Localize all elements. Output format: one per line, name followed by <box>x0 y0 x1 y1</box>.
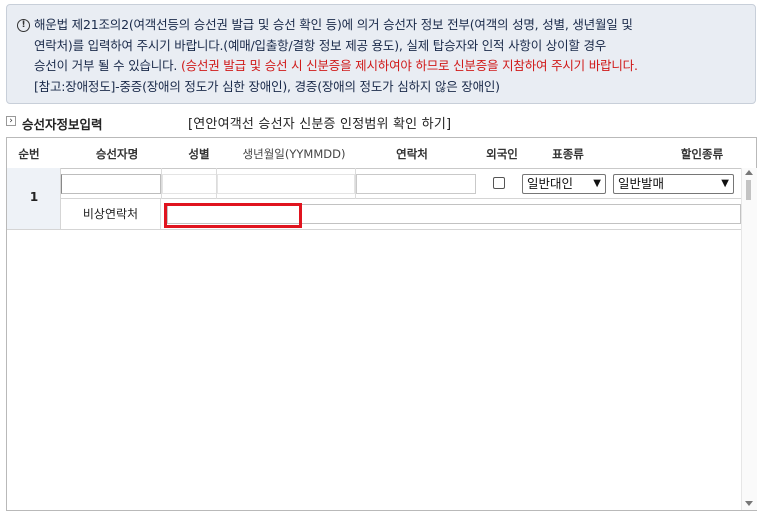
header-contact: 연락처 <box>396 147 428 161</box>
passenger-table: 순번 승선자명 성별 생년월일(YYMMDD) 연락처 외국인 표종류 할인종류… <box>6 137 757 511</box>
notice-line-3: 승선이 거부 될 수 있습니다. (승선권 발급 및 승선 시 신분증을 제시하… <box>34 56 749 77</box>
emergency-contact-highlight <box>164 203 302 228</box>
discount-type-select[interactable]: 일반발매 ▼ <box>613 174 734 194</box>
chevron-down-icon: ▼ <box>593 178 601 189</box>
section-header: › 승선자정보입력 [연안여객선 승선자 신분증 인정범위 확인 하기] <box>6 112 756 134</box>
header-birth: 생년월일(YYMMDD) <box>242 147 346 161</box>
emergency-contact-label: 비상연락처 <box>61 199 161 229</box>
exclamation-icon: ! <box>17 19 30 32</box>
scroll-down-arrow-icon[interactable] <box>745 501 753 506</box>
header-gender: 성별 <box>188 147 210 161</box>
gender-input[interactable] <box>162 174 217 194</box>
passenger-name-input[interactable] <box>61 174 161 194</box>
chevron-right-icon: › <box>6 116 16 126</box>
vertical-scrollbar[interactable] <box>741 168 757 510</box>
row-seq-cell: 1 <box>7 168 61 230</box>
chevron-down-icon: ▼ <box>721 178 729 189</box>
header-ticket-type: 표종류 <box>552 147 584 161</box>
foreigner-checkbox[interactable] <box>493 177 505 189</box>
scroll-up-arrow-icon[interactable] <box>745 170 753 175</box>
header-discount-type: 할인종류 <box>680 147 724 161</box>
notice-line-3-normal: 승선이 거부 될 수 있습니다. <box>34 58 181 73</box>
row-seq: 1 <box>29 190 39 204</box>
emergency-contact-row: 비상연락처 <box>61 199 741 230</box>
notice-line-1: 해운법 제21조의2(여객선등의 승선권 발급 및 승선 확인 등)에 의거 승… <box>34 17 633 32</box>
table-header: 순번 승선자명 성별 생년월일(YYMMDD) 연락처 외국인 표종류 할인종류 <box>7 138 756 169</box>
header-name: 승선자명 <box>95 147 139 161</box>
notice-line-4: [참고:장애정도]-중증(장애의 정도가 심한 장애인), 경증(장애의 정도가… <box>34 78 500 94</box>
notice-line-3-warning: (승선권 발급 및 승선 시 신분증을 제시하여야 하므로 신분증을 지참하여 … <box>180 58 638 73</box>
notice-text: 해운법 제21조의2(여객선등의 승선권 발급 및 승선 확인 등)에 의거 승… <box>34 15 749 97</box>
id-range-link[interactable]: [연안여객선 승선자 신분증 인정범위 확인 하기] <box>188 113 451 132</box>
ticket-type-select[interactable]: 일반대인 ▼ <box>522 174 606 194</box>
header-foreigner: 외국인 <box>486 147 518 161</box>
notice-box: ! 해운법 제21조의2(여객선등의 승선권 발급 및 승선 확인 등)에 의거… <box>6 4 756 104</box>
notice-line-2: 연락처)를 입력하여 주시기 바랍니다.(예매/입출항/결항 정보 제공 용도)… <box>34 37 607 53</box>
section-title: 승선자정보입력 <box>22 117 103 132</box>
discount-type-value: 일반발매 <box>618 176 665 191</box>
passenger-row: 일반대인 ▼ 일반발매 ▼ <box>61 168 741 199</box>
header-seq: 순번 <box>18 147 40 161</box>
birthdate-input[interactable] <box>217 174 355 194</box>
scroll-thumb[interactable] <box>746 180 751 200</box>
ticket-type-value: 일반대인 <box>527 176 574 191</box>
contact-input[interactable] <box>356 174 476 194</box>
